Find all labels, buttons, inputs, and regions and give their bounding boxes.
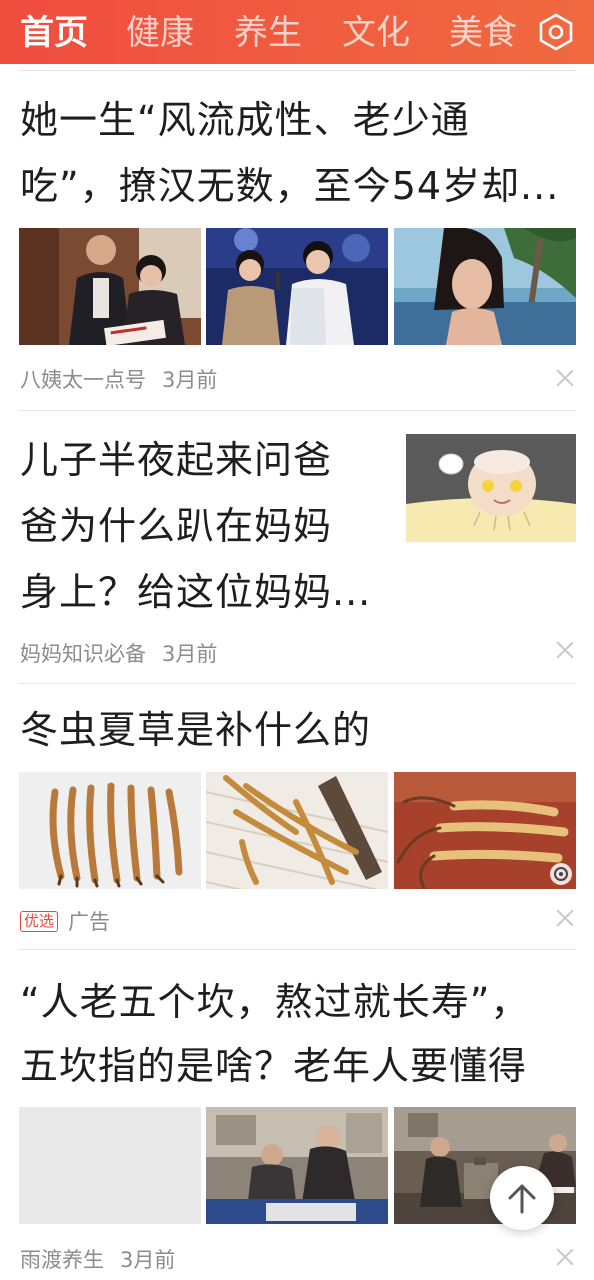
dismiss-icon[interactable] [556, 909, 574, 927]
back-to-top-button[interactable] [490, 1166, 554, 1230]
article-thumbnail [206, 1107, 388, 1224]
divider [18, 410, 576, 411]
article-title-line: 她一生“风流成性、老少通 [20, 98, 470, 142]
article-time: 3月前 [162, 642, 218, 666]
article-thumbnail [19, 228, 201, 345]
article-thumbnail [406, 434, 576, 542]
dismiss-icon[interactable] [556, 1248, 574, 1266]
tab-health[interactable]: 健康 [126, 0, 194, 64]
divider [18, 683, 576, 684]
article-title-line: “人老五个坎，熬过就长寿”， [20, 980, 530, 1024]
divider [18, 70, 576, 71]
tab-wellness[interactable]: 养生 [234, 0, 302, 64]
article-thumbnail [394, 228, 576, 345]
article-title-line: 儿子半夜起来问爸 [20, 438, 333, 482]
article-thumbnail [206, 228, 388, 345]
article-title-line: 五坎指的是啥？老年人要懂得 [20, 1044, 528, 1088]
article-time: 3月前 [120, 1248, 176, 1272]
article-meta: 雨渡养生 3月前 [20, 1244, 175, 1274]
article-source[interactable]: 八姨太一点号 [20, 364, 146, 394]
ad-thumbnail [394, 772, 576, 889]
article-source[interactable]: 妈妈知识必备 [20, 638, 146, 668]
article-title-line: 爸为什么趴在妈妈 [20, 504, 333, 548]
article-meta: 优选 广告 [20, 906, 110, 936]
top-nav-bar: 首页 健康 养生 文化 美食 [0, 0, 594, 64]
ad-thumbnail [19, 772, 201, 889]
tab-food[interactable]: 美食 [449, 0, 517, 64]
article-title-line: 吃”，撩汉无数，至今54岁却... [20, 164, 560, 208]
hexagon-settings-icon[interactable] [536, 12, 576, 52]
article-meta: 八姨太一点号 3月前 [20, 364, 217, 394]
dismiss-icon[interactable] [556, 369, 574, 387]
article-thumbnail-placeholder [19, 1107, 201, 1224]
tab-home[interactable]: 首页 [20, 0, 88, 64]
dismiss-icon[interactable] [556, 641, 574, 659]
ad-label: 广告 [68, 910, 111, 934]
article-meta: 妈妈知识必备 3月前 [20, 638, 217, 668]
divider [18, 949, 576, 950]
ad-thumbnail [206, 772, 388, 889]
article-source[interactable]: 雨渡养生 [20, 1244, 104, 1274]
article-time: 3月前 [162, 368, 218, 392]
article-title-line: 冬虫夏草是补什么的 [20, 708, 372, 752]
arrow-up-icon [508, 1184, 536, 1214]
ad-logo-icon [550, 863, 572, 885]
ad-badge: 优选 [20, 910, 59, 932]
tab-culture[interactable]: 文化 [342, 0, 410, 64]
article-title-line: 身上？给这位妈妈... [20, 570, 372, 614]
